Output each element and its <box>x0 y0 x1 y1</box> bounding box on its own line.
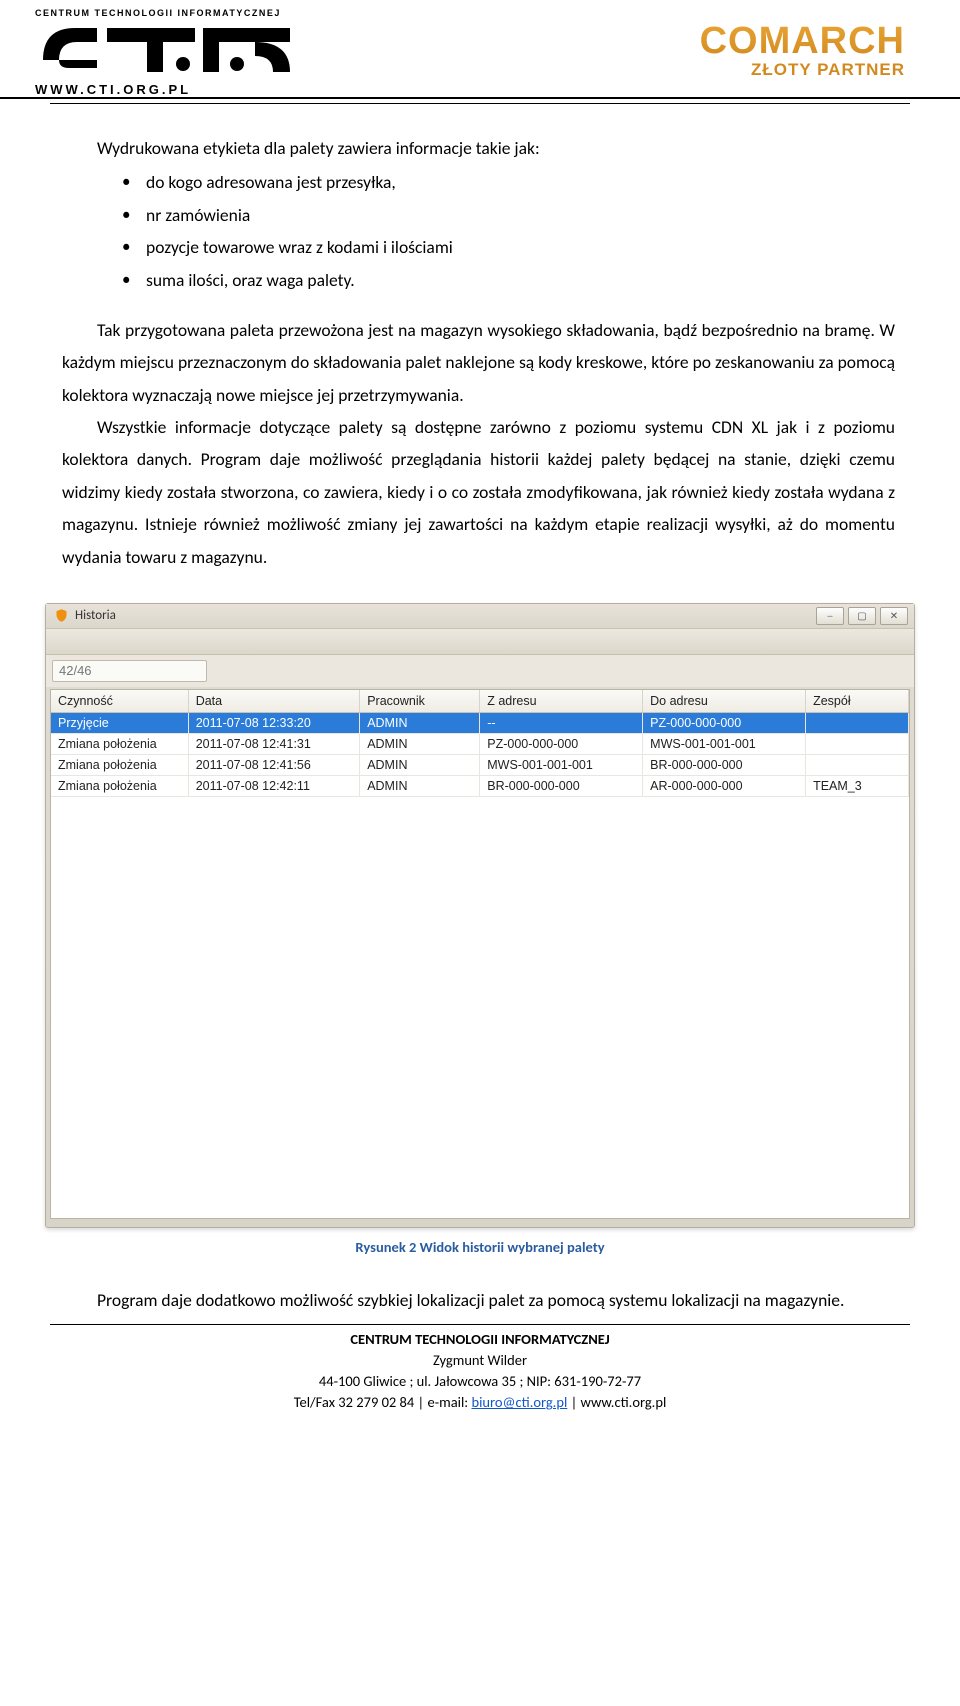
table-cell: TEAM_3 <box>806 775 909 796</box>
bullet-item: do kogo adresowana jest przesyłka, <box>122 166 895 198</box>
column-header[interactable]: Czynność <box>51 690 188 713</box>
table-cell: Przyjęcie <box>51 712 188 733</box>
comarch-sub: ZŁOTY PARTNER <box>700 60 905 80</box>
paragraph-2: Tak przygotowana paleta przewożona jest … <box>62 314 895 411</box>
table-cell: 2011-07-08 12:41:31 <box>188 733 360 754</box>
filter-input[interactable] <box>52 660 207 682</box>
table-cell: ADMIN <box>360 775 480 796</box>
header-divider <box>50 103 910 104</box>
minimize-button[interactable]: ─ <box>816 607 844 625</box>
comarch-brand: COMARCH <box>700 22 905 60</box>
bullet-item: pozycje towarowe wraz z kodami i ilościa… <box>122 231 895 263</box>
maximize-button[interactable]: ▢ <box>848 607 876 625</box>
table-cell: MWS-001-001-001 <box>480 754 643 775</box>
logo-comarch: COMARCH ZŁOTY PARTNER <box>700 8 905 80</box>
paragraph-3: Wszystkie informacje dotyczące palety są… <box>62 411 895 573</box>
shield-icon <box>54 608 69 623</box>
footer-name: Zygmunt Wilder <box>50 1350 910 1371</box>
column-header[interactable]: Do adresu <box>643 690 806 713</box>
document-body: Wydrukowana etykieta dla palety zawiera … <box>0 132 960 573</box>
table-cell <box>806 733 909 754</box>
app-window: Historia ─ ▢ ✕ CzynnośćDataPracownikZ ad… <box>45 603 915 1228</box>
table-cell: ADMIN <box>360 712 480 733</box>
table-cell: Zmiana położenia <box>51 775 188 796</box>
footer-address: 44-100 Gliwice ; ul. Jałowcowa 35 ; NIP:… <box>50 1371 910 1392</box>
figure-caption: Rysunek 2 Widok historii wybranej palety <box>45 1238 915 1256</box>
filter-row <box>46 655 914 687</box>
history-table: CzynnośćDataPracownikZ adresuDo adresuZe… <box>51 690 909 797</box>
table-cell: Zmiana położenia <box>51 754 188 775</box>
bullet-item: nr zamówienia <box>122 199 895 231</box>
table-row[interactable]: Zmiana położenia2011-07-08 12:41:31ADMIN… <box>51 733 909 754</box>
bullet-list: do kogo adresowana jest przesyłka,nr zam… <box>62 166 895 296</box>
table-cell <box>806 754 909 775</box>
window-title: Historia <box>75 608 116 623</box>
column-header[interactable]: Pracownik <box>360 690 480 713</box>
table-cell: ADMIN <box>360 754 480 775</box>
window-titlebar: Historia ─ ▢ ✕ <box>46 604 914 629</box>
grid-container: CzynnośćDataPracownikZ adresuDo adresuZe… <box>50 689 910 1219</box>
table-cell: 2011-07-08 12:33:20 <box>188 712 360 733</box>
footer-org: CENTRUM TECHNOLOGII INFORMATYCZNEJ <box>350 1330 609 1348</box>
table-cell: Zmiana położenia <box>51 733 188 754</box>
footer-contact: Tel/Fax 32 279 02 84 | e-mail: biuro@cti… <box>50 1392 910 1413</box>
table-row[interactable]: Zmiana położenia2011-07-08 12:41:56ADMIN… <box>51 754 909 775</box>
cti-logo-icon <box>35 20 290 80</box>
table-cell: PZ-000-000-000 <box>480 733 643 754</box>
table-cell: 2011-07-08 12:41:56 <box>188 754 360 775</box>
table-cell: AR-000-000-000 <box>643 775 806 796</box>
logo-cti: CENTRUM TECHNOLOGII INFORMATYCZNEJ WWW.C… <box>35 8 290 97</box>
column-header[interactable]: Zespół <box>806 690 909 713</box>
logo-url: WWW.CTI.ORG.PL <box>35 82 191 97</box>
column-header[interactable]: Data <box>188 690 360 713</box>
table-header-row: CzynnośćDataPracownikZ adresuDo adresuZe… <box>51 690 909 713</box>
toolbar-strip <box>46 629 914 655</box>
screenshot-figure: Historia ─ ▢ ✕ CzynnośćDataPracownikZ ad… <box>45 603 915 1256</box>
table-cell: MWS-001-001-001 <box>643 733 806 754</box>
paragraph-intro: Wydrukowana etykieta dla palety zawiera … <box>62 132 895 164</box>
table-cell: -- <box>480 712 643 733</box>
table-row[interactable]: Zmiana położenia2011-07-08 12:42:11ADMIN… <box>51 775 909 796</box>
bullet-item: suma ilości, oraz waga palety. <box>122 264 895 296</box>
titlebar-left: Historia <box>54 608 116 623</box>
footer-email-link[interactable]: biuro@cti.org.pl <box>471 1393 567 1411</box>
table-cell: BR-000-000-000 <box>480 775 643 796</box>
window-controls: ─ ▢ ✕ <box>816 607 908 625</box>
table-cell: 2011-07-08 12:42:11 <box>188 775 360 796</box>
table-cell: PZ-000-000-000 <box>643 712 806 733</box>
close-button[interactable]: ✕ <box>880 607 908 625</box>
paragraph-after: Program daje dodatkowo możliwość szybkie… <box>62 1284 895 1316</box>
table-row[interactable]: Przyjęcie2011-07-08 12:33:20ADMIN--PZ-00… <box>51 712 909 733</box>
table-cell: ADMIN <box>360 733 480 754</box>
document-body-after: Program daje dodatkowo możliwość szybkie… <box>0 1284 960 1316</box>
logo-tagline-top: CENTRUM TECHNOLOGII INFORMATYCZNEJ <box>35 8 281 18</box>
table-cell: BR-000-000-000 <box>643 754 806 775</box>
page-header: CENTRUM TECHNOLOGII INFORMATYCZNEJ WWW.C… <box>0 0 960 99</box>
page-footer: CENTRUM TECHNOLOGII INFORMATYCZNEJ Zygmu… <box>50 1324 910 1413</box>
table-cell <box>806 712 909 733</box>
column-header[interactable]: Z adresu <box>480 690 643 713</box>
